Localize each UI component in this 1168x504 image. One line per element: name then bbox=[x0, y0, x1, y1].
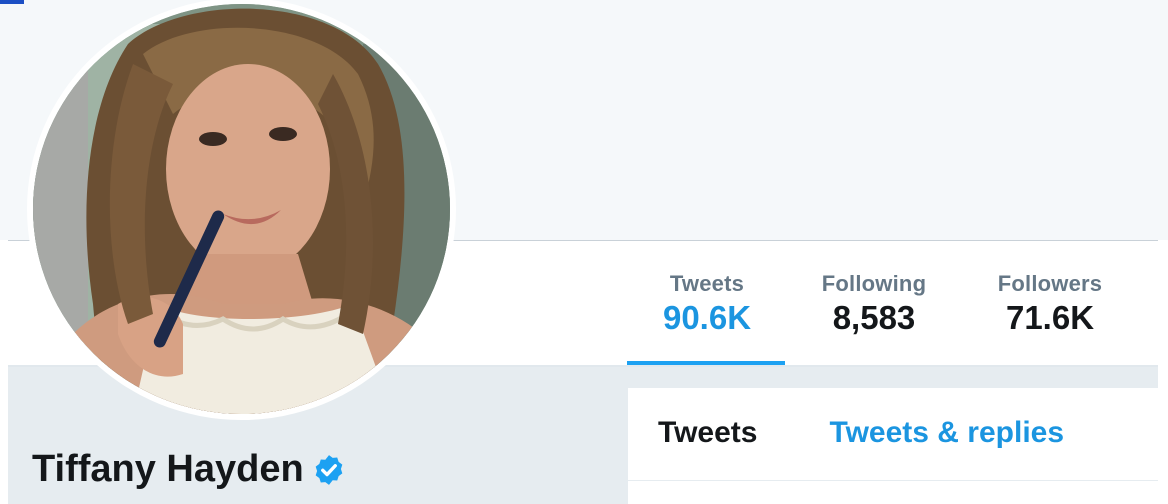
stat-following[interactable]: Following 8,583 bbox=[786, 241, 962, 365]
tab-tweets-and-replies[interactable]: Tweets & replies bbox=[757, 416, 1064, 450]
stat-following-label: Following bbox=[821, 271, 927, 296]
stat-tweets-value: 90.6K bbox=[662, 299, 752, 336]
avatar[interactable] bbox=[33, 4, 450, 414]
page-edge bbox=[1158, 241, 1168, 504]
stat-followers-label: Followers bbox=[997, 271, 1103, 296]
profile-stats: Tweets 90.6K Following 8,583 Followers 7… bbox=[628, 241, 1138, 365]
profile-display-name[interactable]: Tiffany Hayden bbox=[32, 448, 304, 491]
stat-following-value: 8,583 bbox=[832, 299, 916, 336]
tab-tweets[interactable]: Tweets bbox=[628, 416, 757, 450]
layout-gap bbox=[628, 367, 1168, 388]
top-edge-link-fragment bbox=[0, 0, 24, 4]
stat-tweets-label: Tweets bbox=[669, 271, 745, 296]
active-stat-indicator bbox=[627, 361, 785, 365]
verified-badge-icon bbox=[315, 454, 343, 485]
layout-gutter bbox=[620, 367, 628, 504]
timeline-tabs-divider bbox=[628, 480, 1158, 481]
avatar-photo bbox=[33, 4, 450, 414]
stat-followers[interactable]: Followers 71.6K bbox=[962, 241, 1138, 365]
stat-tweets[interactable]: Tweets 90.6K bbox=[628, 241, 786, 365]
stat-followers-value: 71.6K bbox=[1005, 299, 1095, 336]
profile-name-row: Tiffany Hayden bbox=[32, 448, 346, 491]
timeline-tabs: Tweets Tweets & replies bbox=[628, 388, 1064, 478]
